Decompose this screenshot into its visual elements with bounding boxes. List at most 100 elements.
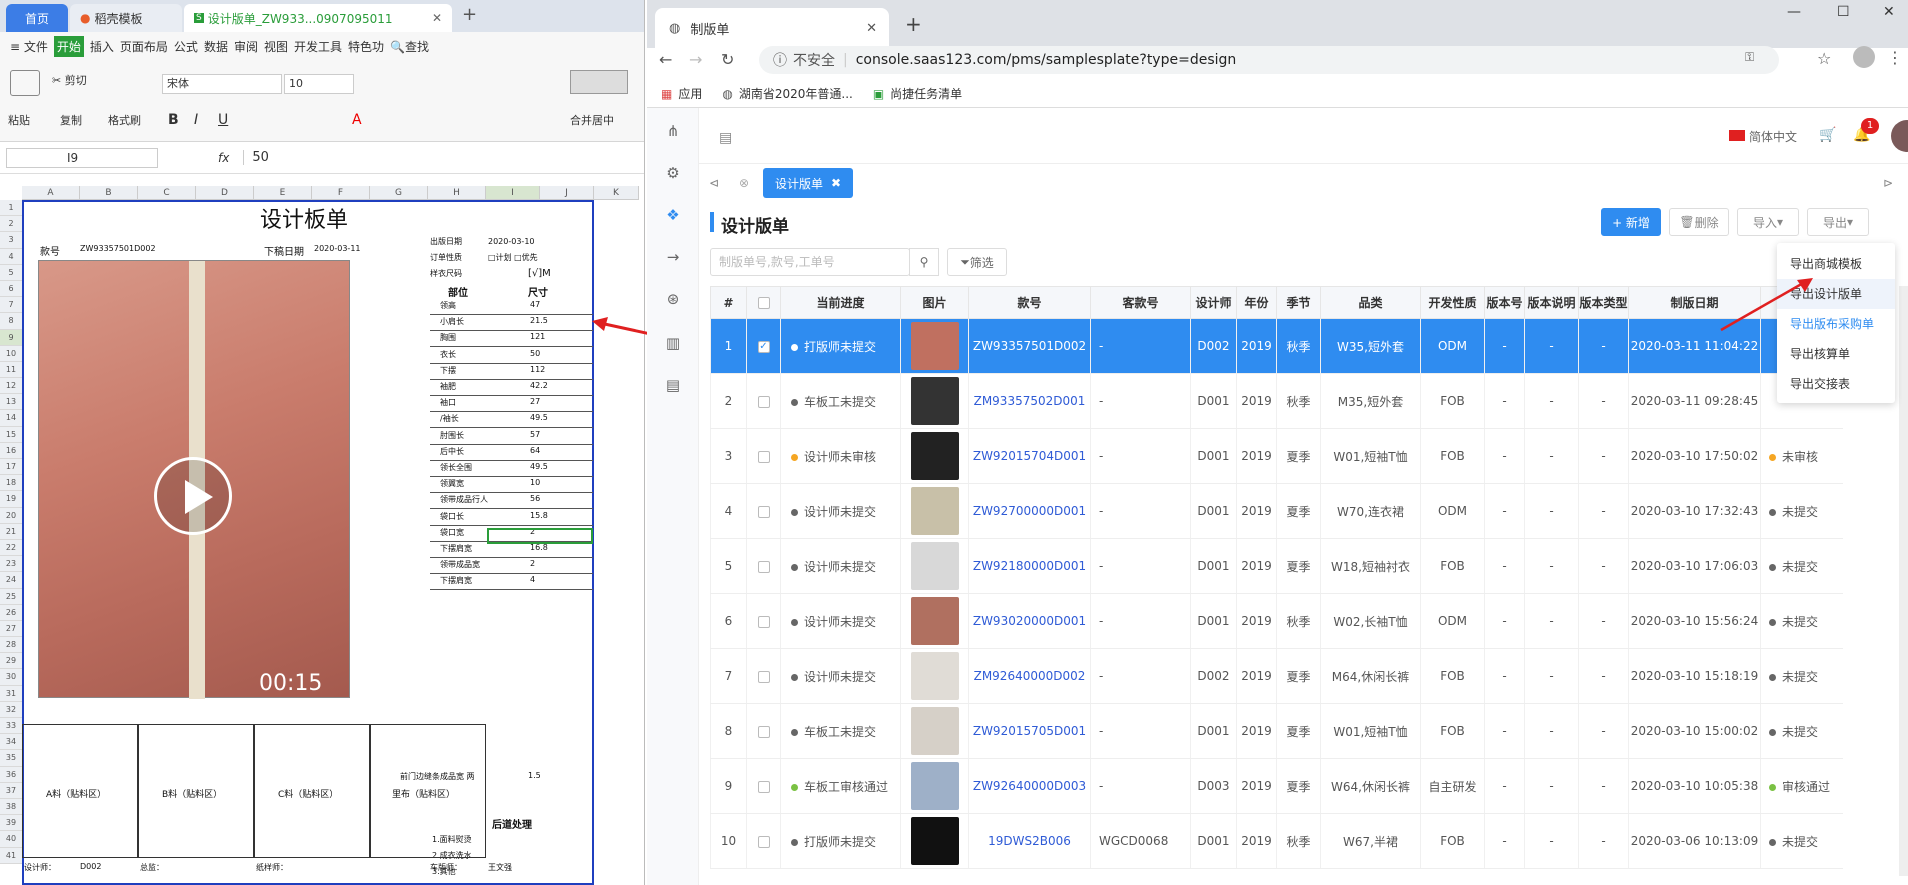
col-header[interactable]: F: [312, 186, 370, 199]
menu-insert[interactable]: 插入: [90, 38, 114, 55]
italic-icon[interactable]: I: [194, 112, 198, 128]
active-cell[interactable]: [487, 528, 593, 544]
row-header[interactable]: 30: [0, 669, 22, 686]
row-header[interactable]: 23: [0, 556, 22, 573]
column-header[interactable]: 开发性质: [1420, 286, 1485, 319]
menu-home[interactable]: 开始: [53, 35, 84, 57]
add-button[interactable]: + 新增: [1601, 208, 1661, 236]
filter-button[interactable]: ⏷ 筛选: [947, 248, 1007, 276]
format-painter-button[interactable]: 格式刷: [108, 112, 141, 128]
maximize-icon[interactable]: ☐: [1837, 4, 1850, 20]
font-color-icon[interactable]: A: [352, 112, 362, 128]
col-header[interactable]: H: [428, 186, 486, 199]
product-thumbnail[interactable]: [910, 487, 959, 535]
product-thumbnail[interactable]: [910, 597, 959, 645]
row-header[interactable]: 22: [0, 540, 22, 557]
row-header[interactable]: 8: [0, 313, 22, 330]
column-header[interactable]: 版本号: [1484, 286, 1525, 319]
column-header[interactable]: 图片: [900, 286, 969, 319]
menu-file[interactable]: ≡ 文件: [10, 38, 48, 55]
product-thumbnail[interactable]: [910, 322, 959, 370]
row-checkbox[interactable]: [757, 670, 770, 683]
product-thumbnail[interactable]: [910, 707, 959, 755]
row-checkbox[interactable]: [757, 395, 770, 408]
wps-tab-docer[interactable]: ● 稻壳模板: [70, 4, 182, 32]
row-header[interactable]: 40: [0, 831, 22, 848]
row-header[interactable]: 3: [0, 232, 22, 249]
column-header[interactable]: [746, 286, 781, 319]
row-header[interactable]: 20: [0, 508, 22, 524]
merge-button[interactable]: 合并居中: [570, 112, 614, 128]
row-header[interactable]: 34: [0, 734, 22, 751]
delete-button[interactable]: 🗑 删除: [1669, 208, 1729, 236]
style-number-link[interactable]: ZW93020000D001: [968, 593, 1091, 649]
row-checkbox[interactable]: [757, 780, 770, 793]
row-header[interactable]: 27: [0, 621, 22, 638]
reload-icon[interactable]: ↻: [721, 50, 734, 69]
product-thumbnail[interactable]: [910, 432, 959, 480]
row-checkbox[interactable]: [757, 450, 770, 463]
col-header[interactable]: I: [486, 186, 540, 199]
product-thumbnail[interactable]: [910, 762, 959, 810]
table-row[interactable]: 3 设计师未审核 ZW92015704D001- D001 2019 夏季 W01,短袖T恤…: [710, 428, 1843, 484]
row-header[interactable]: 31: [0, 686, 22, 702]
menu-layout[interactable]: 页面布局: [120, 38, 168, 55]
key-icon[interactable]: ⚿: [1745, 50, 1754, 65]
cubes-icon[interactable]: ❖: [663, 206, 683, 226]
row-header[interactable]: 41: [0, 848, 22, 864]
name-box[interactable]: I9: [6, 147, 158, 168]
row-checkbox[interactable]: [757, 560, 770, 573]
minimize-icon[interactable]: —: [1787, 4, 1801, 20]
formula-input[interactable]: 50: [243, 150, 269, 165]
row-header[interactable]: 10: [0, 346, 22, 362]
column-header[interactable]: 品类: [1320, 286, 1421, 319]
row-header[interactable]: 15: [0, 427, 22, 443]
row-header[interactable]: 1: [0, 200, 22, 217]
lifebuoy-icon[interactable]: ⊛: [663, 290, 683, 310]
row-header[interactable]: 26: [0, 605, 22, 621]
menu-icon[interactable]: ⋮: [1887, 48, 1903, 67]
export-menu-item[interactable]: 导出核算单: [1777, 339, 1895, 369]
menu-find[interactable]: 🔍查找: [390, 38, 429, 55]
menu-review[interactable]: 审阅: [234, 38, 258, 55]
org-icon[interactable]: ⋔: [663, 122, 683, 142]
back-icon[interactable]: ←: [659, 50, 672, 69]
column-header[interactable]: 版本说明: [1524, 286, 1579, 319]
style-number-link[interactable]: ZW92015704D001: [968, 428, 1091, 484]
size-select[interactable]: 10: [284, 74, 354, 94]
row-header[interactable]: 19: [0, 491, 22, 508]
bookmark-item[interactable]: 尚捷任务清单: [890, 85, 962, 102]
table-row[interactable]: 5 设计师未提交 ZW92180000D001- D001 2019 夏季 W18,短袖衬衣…: [710, 538, 1843, 594]
row-checkbox[interactable]: ✓: [757, 340, 770, 353]
col-header[interactable]: E: [254, 186, 312, 199]
close-icon[interactable]: ✕: [432, 11, 442, 25]
column-header[interactable]: 版本类型: [1578, 286, 1629, 319]
avatar[interactable]: [1891, 120, 1908, 152]
row-header[interactable]: 29: [0, 653, 22, 670]
row-header[interactable]: 7: [0, 297, 22, 314]
row-checkbox[interactable]: [757, 725, 770, 738]
column-header[interactable]: 年份: [1236, 286, 1277, 319]
row-header[interactable]: 5: [0, 265, 22, 281]
table-row[interactable]: 8 车板工未提交 ZW92015705D001- D001 2019 夏季 W01,短袖T恤…: [710, 703, 1843, 759]
row-header[interactable]: 6: [0, 281, 22, 298]
row-header[interactable]: 37: [0, 783, 22, 799]
address-bar[interactable]: ⓘ 不安全 | console.saas123.com/pms/samplesp…: [759, 46, 1779, 74]
product-thumbnail[interactable]: [910, 377, 959, 425]
row-header[interactable]: 2: [0, 216, 22, 233]
column-header[interactable]: 当前进度: [780, 286, 901, 319]
table-row[interactable]: 1 ✓ 打版师未提交 ZW93357501D002- D002 2019 秋季 W35,短外套…: [710, 318, 1843, 374]
menu-formula[interactable]: 公式: [174, 38, 198, 55]
font-select[interactable]: 宋体: [162, 74, 282, 94]
style-number-link[interactable]: ZW92015705D001: [968, 703, 1091, 759]
column-header[interactable]: #: [710, 286, 747, 319]
browser-tab[interactable]: ◍ 制版单 ✕: [655, 8, 889, 48]
row-header[interactable]: 16: [0, 443, 22, 459]
style-number-link[interactable]: ZW92640000D003: [968, 758, 1091, 814]
settings-icon[interactable]: ⚙: [663, 164, 683, 184]
language-select[interactable]: 简体中文: [1749, 128, 1797, 145]
underline-icon[interactable]: U: [218, 112, 228, 128]
row-checkbox[interactable]: [757, 615, 770, 628]
export-button[interactable]: 导出 ▾: [1807, 208, 1869, 236]
close-all-icon[interactable]: ⊗: [739, 176, 749, 190]
